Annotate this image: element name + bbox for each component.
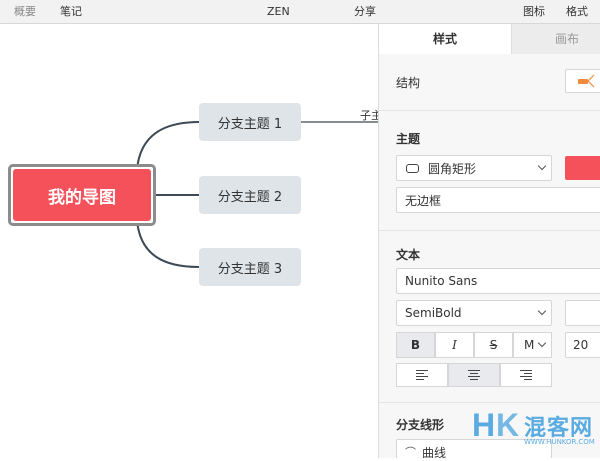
- text-color-picker[interactable]: [565, 300, 600, 326]
- font-size-value: 20: [573, 338, 589, 352]
- font-weight-value: SemiBold: [405, 306, 462, 320]
- svg-text:H: H: [472, 407, 495, 443]
- overview-button[interactable]: 概要: [14, 5, 36, 19]
- text-case-value: M: [524, 338, 535, 352]
- notes-button[interactable]: 笔记: [60, 5, 82, 19]
- tab-style[interactable]: 样式: [379, 24, 511, 54]
- align-left-icon: [416, 370, 428, 380]
- mindmap-canvas[interactable]: 我的导图 分支主题 1 分支主题 2 分支主题 3 子主: [0, 24, 378, 458]
- align-right-icon: [520, 370, 532, 380]
- logo-url: WWW.HUNKOR.COM: [524, 438, 595, 446]
- font-weight-dropdown[interactable]: SemiBold: [396, 300, 552, 326]
- topic-fill-color-swatch[interactable]: [565, 156, 600, 180]
- svg-text:K: K: [496, 407, 519, 443]
- share-button[interactable]: 分享: [354, 5, 376, 19]
- branch-topic-3[interactable]: 分支主题 3: [199, 248, 301, 286]
- divider: [379, 230, 600, 231]
- strikethrough-button[interactable]: S: [474, 332, 513, 358]
- align-center-button[interactable]: [448, 363, 500, 387]
- topic-shape-dropdown[interactable]: 圆角矩形: [396, 155, 552, 181]
- root-topic[interactable]: 我的导图: [13, 169, 151, 221]
- icons-button[interactable]: 图标: [523, 5, 545, 19]
- curve-icon: ⌒: [405, 446, 416, 458]
- branch-connectors: [136, 121, 378, 268]
- subtopic-label[interactable]: 子主: [360, 107, 378, 123]
- chevron-down-icon: [537, 338, 547, 348]
- align-center-icon: [468, 370, 480, 380]
- branch-topic-1[interactable]: 分支主题 1: [199, 103, 301, 141]
- text-section-title: 文本: [396, 248, 421, 262]
- font-family-dropdown[interactable]: Nunito Sans: [396, 268, 600, 294]
- topic-border-dropdown[interactable]: 无边框: [396, 187, 600, 213]
- branch-topic-2[interactable]: 分支主题 2: [199, 176, 301, 214]
- text-case-dropdown[interactable]: M: [513, 332, 552, 358]
- structure-preview-icon: [578, 74, 595, 88]
- rounded-rect-icon: [406, 163, 419, 173]
- zen-mode-button[interactable]: ZEN: [267, 5, 290, 19]
- structure-label: 结构: [396, 76, 421, 90]
- italic-button[interactable]: I: [435, 332, 474, 358]
- align-right-button[interactable]: [500, 363, 552, 387]
- format-button[interactable]: 格式: [566, 5, 588, 19]
- font-family-value: Nunito Sans: [405, 274, 478, 288]
- font-size-input[interactable]: 20: [565, 332, 600, 358]
- top-toolbar: 概要 笔记 ZEN 分享 图标 格式: [0, 0, 600, 24]
- structure-picker[interactable]: [565, 69, 600, 93]
- bold-button[interactable]: B: [396, 332, 435, 358]
- format-panel: 样式 画布 结构 主题 圆角矩形 无边框 文本 Nunito Sans Semi…: [378, 24, 600, 458]
- topic-border-value: 无边框: [405, 193, 442, 208]
- chevron-down-icon: [537, 161, 547, 171]
- chevron-down-icon: [537, 306, 547, 316]
- tab-canvas[interactable]: 画布: [511, 24, 600, 54]
- topic-shape-value: 圆角矩形: [428, 161, 477, 176]
- site-watermark-logo: H K 混客网 WWW.HUNKOR.COM: [420, 398, 600, 458]
- topic-section-title: 主题: [396, 132, 421, 146]
- align-left-button[interactable]: [396, 363, 448, 387]
- divider: [379, 110, 600, 111]
